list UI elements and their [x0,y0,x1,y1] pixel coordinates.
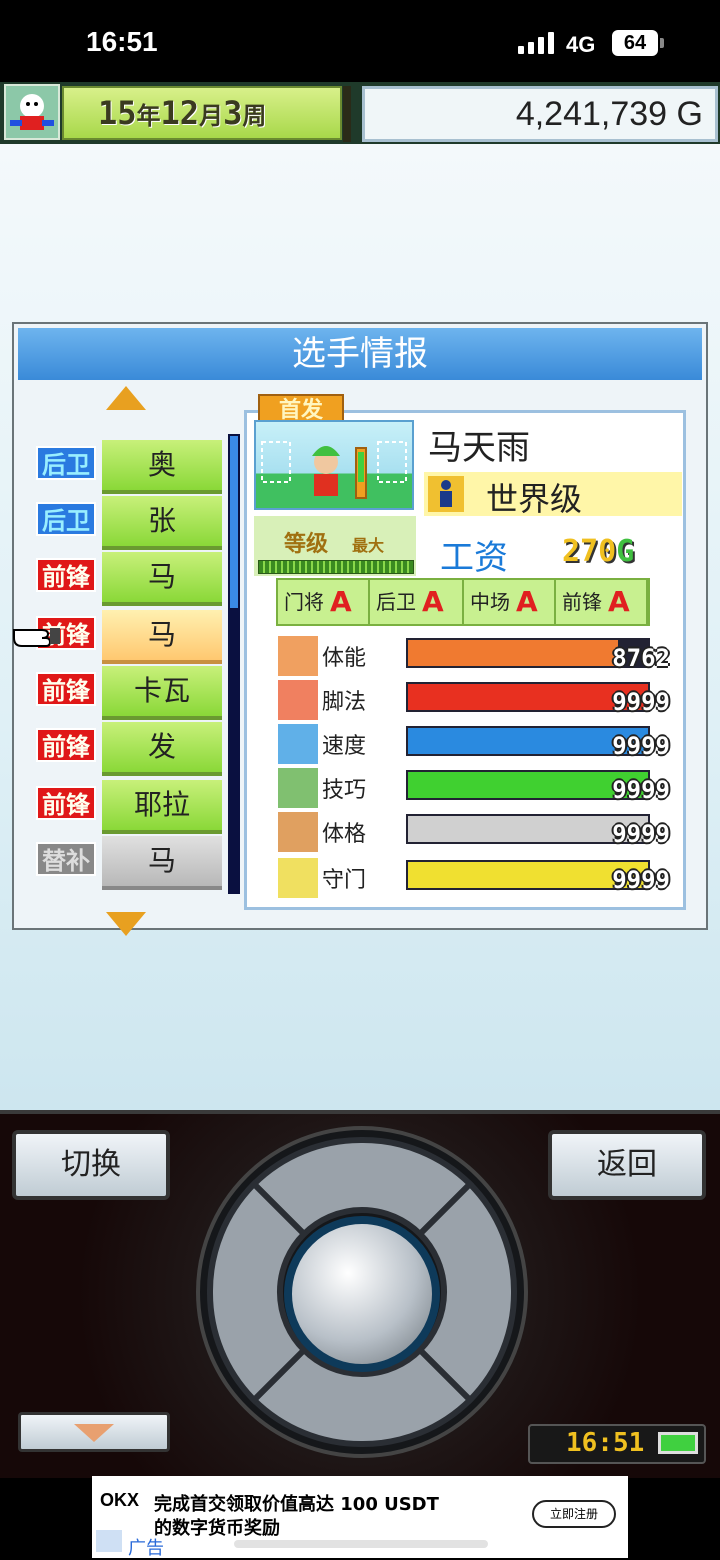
salary-amount: 270 [562,534,617,569]
stat-value: 9999 [612,732,670,760]
aptitude-grade: A [516,585,538,618]
ad-play-icon [96,1530,122,1552]
date-month-unit: 月 [199,102,224,130]
date-year-unit: 年 [136,102,161,130]
player-portrait [254,420,414,510]
manager-avatar[interactable] [4,84,60,140]
battery-tip [660,38,664,48]
game-clock-time: 16:51 [566,1428,645,1458]
aptitude-label: 前锋 [562,590,602,614]
aptitude-label: 后卫 [376,590,416,614]
stat-label: 体格 [322,822,367,847]
salary-value: 270G [562,534,634,569]
aptitude-cell: 门将 A [278,580,370,624]
stat-label: 技巧 [322,778,367,803]
level-label: 等级 [284,532,329,557]
player-name-cell[interactable]: 张 [102,496,222,550]
player-position-tag: 前锋 [36,558,96,592]
player-position-tag: 替补 [36,842,96,876]
panel-title: 选手情报 [18,328,702,380]
stat-value: 9999 [612,866,670,894]
dpad-center-button[interactable] [284,1216,440,1372]
level-max-label: 最大 [352,536,385,555]
player-name-cell[interactable]: 耶拉 [102,780,222,834]
glove-icon [276,856,320,900]
aptitude-grade: A [422,585,444,618]
stat-row: 脚法 9999 [276,678,672,722]
salary-unit: G [616,534,635,569]
network-label: 4G [566,32,596,57]
stat-row: 速度 9999 [276,722,672,766]
stat-value: 8762 [612,644,670,672]
ad-register-button[interactable]: 立即注册 [532,1500,616,1528]
level-bar [258,560,414,574]
home-indicator[interactable] [234,1540,488,1548]
muscle-icon [276,810,320,854]
player-name-cell[interactable]: 马 [102,552,222,606]
game-date: 15年12月3周 [62,86,342,140]
stat-row: 技巧 9999 [276,766,672,810]
date-week: 3 [223,94,243,132]
date-week-unit: 周 [242,102,267,130]
player-name-cell[interactable]: 奥 [102,440,222,494]
player-name-cell[interactable]: 马 [102,836,222,890]
list-scroll-thumb[interactable] [230,436,238,608]
player-position-tag: 后卫 [36,502,96,536]
aptitude-grade: A [330,585,352,618]
aptitude-label: 中场 [470,590,510,614]
ad-headline: 完成首交领取价值高达 100 USDT [154,1494,439,1515]
aptitude-grade: A [608,585,630,618]
money-display: 4,241,739 G [362,86,718,142]
player-position-tag: 前锋 [36,786,96,820]
stat-value: 9999 [612,776,670,804]
player-name-cell[interactable]: 发 [102,722,222,776]
player-name-cell[interactable]: 马 [102,610,222,664]
header-divider [343,86,351,142]
ad-logo: OKX [100,1490,140,1510]
money-unit: G [676,95,703,133]
player-name: 马天雨 [428,428,530,468]
stat-label: 守门 [322,868,367,893]
dribble-icon [276,766,320,810]
aptitude-cell: 中场 A [464,580,556,624]
stat-row: 体格 9999 [276,810,672,854]
money-value: 4,241,739 [515,95,668,133]
runner-icon [276,722,320,766]
stat-bar-fill [408,640,618,666]
aptitude-cell: 后卫 A [370,580,464,624]
player-position-tag: 前锋 [36,672,96,706]
pointer-hand-icon [12,620,62,650]
date-year: 15 [98,94,137,132]
scroll-up-arrow-icon[interactable] [106,386,146,410]
stat-label: 脚法 [322,690,367,715]
ad-subline: 的数字货币奖励 [154,1518,280,1539]
battery-icon: 64 [612,30,658,56]
player-name-cell[interactable]: 卡瓦 [102,666,222,720]
boot-icon [276,678,320,722]
player-position-tag: 前锋 [36,728,96,762]
stat-value: 9999 [612,688,670,716]
aptitude-cell: 前锋 A [556,580,648,624]
date-month: 12 [160,94,200,132]
ad-label: 广告 [128,1538,164,1559]
stat-row: 守门 9999 [276,856,672,900]
back-button[interactable]: 返回 [548,1130,706,1200]
salary-label: 工资 [440,538,508,578]
aptitude-label: 门将 [284,590,324,614]
scroll-down-arrow-icon[interactable] [106,912,146,936]
status-time: 16:51 [86,26,158,57]
down-arrow-icon [74,1424,114,1442]
stat-row: 体能 8762 [276,634,672,678]
switch-button[interactable]: 切换 [12,1130,170,1200]
stat-value: 9999 [612,820,670,848]
battery-icon [276,634,320,678]
signal-icon [518,32,556,54]
game-battery-icon [658,1432,698,1454]
stat-label: 速度 [322,734,367,759]
rank-label: 世界级 [486,480,583,518]
stat-label: 体能 [322,646,367,671]
player-position-tag: 后卫 [36,446,96,480]
rank-person-icon [428,476,464,512]
